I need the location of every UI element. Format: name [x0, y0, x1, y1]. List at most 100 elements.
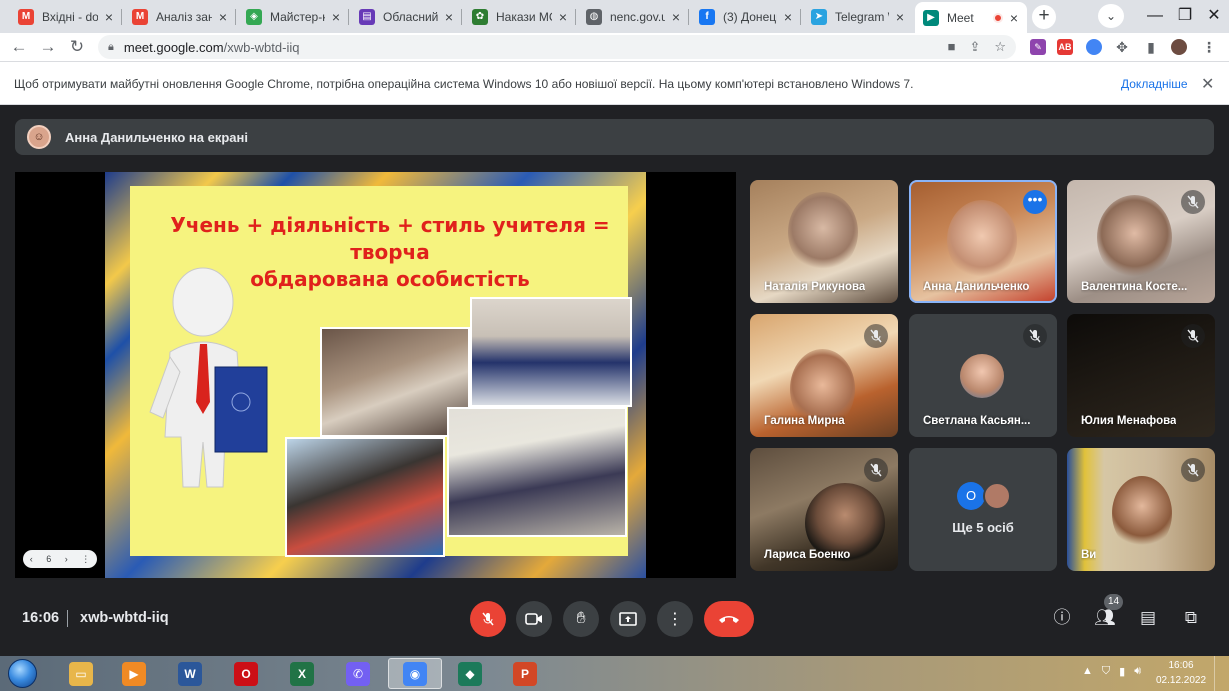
slide-photo-students-group [470, 297, 632, 407]
show-desktop-button[interactable] [1214, 656, 1229, 691]
menu-kebab-icon[interactable]: ⋮ [1201, 39, 1217, 55]
tray-expand-icon[interactable]: ▲ [1082, 665, 1093, 678]
participant-tile[interactable]: Валентина Косте... [1067, 180, 1215, 303]
activities-button[interactable]: ⧉ [1178, 605, 1204, 631]
tab-separator [348, 9, 349, 25]
participant-tile[interactable]: Наталія Рикунова [750, 180, 898, 303]
close-tab-icon[interactable]: × [329, 9, 343, 25]
browser-tab[interactable]: M Аналіз зан × [124, 4, 236, 29]
browser-tab[interactable]: ▤ Обласний × [351, 4, 462, 29]
close-tab-icon[interactable]: × [102, 9, 116, 25]
taskbar-app-button[interactable]: O [219, 658, 273, 689]
browser-tab[interactable]: ➤ Telegram W × [803, 4, 913, 29]
tab-title: nenc.gov.ua [610, 9, 665, 24]
participant-tile[interactable]: Галина Мирна [750, 314, 898, 437]
taskbar-app-button[interactable]: X [275, 658, 329, 689]
slide-title-line1: Учень + діяльність + стиль учителя = тво… [170, 213, 610, 264]
reload-icon[interactable]: ↻ [66, 36, 88, 58]
taskbar-app-button[interactable]: P [498, 658, 552, 689]
mic-off-glyph [870, 463, 882, 477]
close-tab-icon[interactable]: × [1007, 10, 1021, 26]
present-screen-button[interactable] [610, 601, 646, 637]
more-participants-tile[interactable]: О Ще 5 осіб [909, 448, 1057, 571]
taskbar-app-button[interactable]: ◆ [443, 658, 497, 689]
browser-tab[interactable]: M Вхідні - dor × [10, 4, 122, 29]
more-options-icon[interactable]: ••• [1023, 190, 1047, 214]
close-tab-icon[interactable]: × [216, 9, 230, 25]
puzzle-icon[interactable]: ✥ [1114, 39, 1130, 55]
system-clock[interactable]: 16:06 02.12.2022 [1156, 658, 1206, 688]
pen-extension-icon[interactable]: ✎ [1030, 39, 1046, 55]
hand-icon: ✋︎ [576, 610, 586, 627]
close-icon[interactable]: ✕ [1201, 74, 1214, 94]
bookmark-star-icon[interactable]: ☆ [994, 39, 1006, 55]
start-button[interactable] [2, 657, 42, 690]
extension-blue-icon[interactable] [1086, 39, 1102, 55]
meeting-details-button[interactable]: ⓘ [1049, 605, 1075, 631]
close-tab-icon[interactable]: × [893, 9, 907, 25]
back-icon[interactable]: ← [8, 36, 30, 58]
kebab-icon: ⋮ [667, 611, 683, 628]
share-icon[interactable]: ⇪ [969, 39, 980, 55]
tab-separator [235, 9, 236, 25]
windows-taskbar: ▲ ⛉ ▮ 🔊︎ 16:06 02.12.2022 ▭ ▶ W O X ✆ ◉ ◆ P [0, 656, 1229, 691]
forward-icon[interactable]: → [37, 36, 59, 58]
raise-hand-button[interactable]: ✋︎ [563, 601, 599, 637]
next-slide-icon[interactable]: › [65, 554, 68, 564]
slide-menu-icon[interactable]: ⋮ [81, 554, 90, 565]
clock-date: 02.12.2022 [1156, 675, 1207, 686]
mic-off-icon [864, 324, 888, 348]
close-tab-icon[interactable]: × [556, 9, 570, 25]
mic-off-button[interactable] [470, 601, 506, 637]
participants-count-badge: 14 [1104, 594, 1123, 610]
taskbar-app-button[interactable]: ✆ [331, 658, 385, 689]
taskbar-app-button[interactable]: ◉ [388, 658, 442, 689]
close-tab-icon[interactable]: × [669, 9, 683, 25]
participant-tile[interactable]: Юлия Менафова [1067, 314, 1215, 437]
tab-separator [688, 9, 689, 25]
chat-button[interactable]: ▤ [1135, 605, 1161, 631]
adblock-icon[interactable]: AB [1057, 39, 1073, 55]
more-participants-label: Ще 5 осіб [952, 520, 1014, 535]
taskbar-app-button[interactable]: ▶ [107, 658, 161, 689]
tab-title: Аналіз зан [156, 9, 212, 24]
chrome-icon: ◉ [403, 661, 427, 686]
tab-search-button[interactable]: ⌄ [1098, 4, 1124, 28]
new-tab-button[interactable]: + [1032, 5, 1056, 29]
profile-avatar[interactable] [1171, 39, 1187, 55]
previous-slide-icon[interactable]: ‹ [30, 554, 33, 564]
explorer-icon: ▭ [69, 661, 93, 686]
maximize-button[interactable]: ❐ [1170, 4, 1200, 28]
address-bar[interactable]: 🔒︎ meet.google.com /xwb-wbtd-iiq ■ ⇪ ☆ [98, 35, 1016, 59]
recording-indicator-icon [993, 12, 1003, 23]
volume-icon[interactable]: 🔊︎ [1134, 665, 1141, 678]
close-window-button[interactable]: ✕ [1199, 4, 1229, 28]
leave-call-button[interactable] [704, 601, 754, 637]
shared-screen[interactable]: Учень + діяльність + стиль учителя = тво… [15, 172, 736, 578]
present-icon [619, 612, 637, 626]
more-options-button[interactable]: ⋮ [657, 601, 693, 637]
browser-tab[interactable]: ✿ Накази МС × [464, 4, 576, 29]
browser-tab[interactable]: ◍ nenc.gov.ua × [578, 4, 689, 29]
participant-tile[interactable]: Светлана Касьян... [909, 314, 1057, 437]
participant-tile-self[interactable]: Ви [1067, 448, 1215, 571]
browser-tab[interactable]: ▶ Meet × [915, 2, 1027, 33]
camera-icon[interactable]: ■ [948, 39, 956, 55]
browser-tab[interactable]: f (3) Донець × [691, 4, 801, 29]
close-tab-icon[interactable]: × [442, 9, 456, 25]
network-icon[interactable]: ⛉ [1102, 665, 1110, 678]
close-tab-icon[interactable]: × [781, 9, 795, 25]
taskbar-app-button[interactable]: W [163, 658, 217, 689]
side-panel-icon[interactable]: ▮ [1143, 39, 1159, 55]
taskbar-app-button[interactable]: ▭ [54, 658, 108, 689]
more-participants-avatars: О [957, 482, 1011, 510]
minimize-button[interactable]: — [1140, 4, 1170, 28]
signal-icon[interactable]: ▮ [1119, 665, 1125, 678]
browser-tab[interactable]: ◈ Майстер-к × [238, 4, 349, 29]
learn-more-link[interactable]: Докладніше [1121, 77, 1188, 91]
browser-toolbar: ← → ↻ 🔒︎ meet.google.com /xwb-wbtd-iiq ■… [0, 33, 1229, 61]
mic-off-icon [482, 612, 494, 626]
participant-tile-active-speaker[interactable]: ••• Анна Данильченко [909, 180, 1057, 303]
camera-button[interactable] [516, 601, 552, 637]
participant-tile[interactable]: Лариса Боенко [750, 448, 898, 571]
